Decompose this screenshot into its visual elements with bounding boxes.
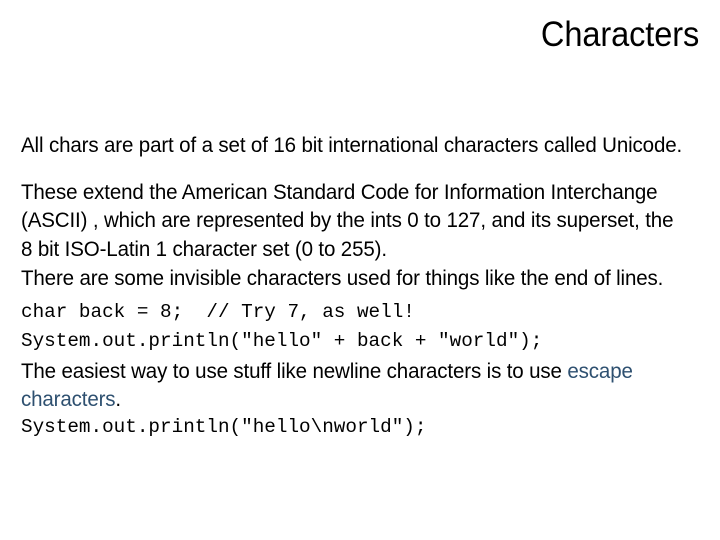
body-paragraph-escape-chars: The easiest way to use stuff like newlin… xyxy=(21,357,684,413)
code-line-println-concat: System.out.println("hello" + back + "wor… xyxy=(21,330,543,353)
body-paragraph-invisible-chars: There are some invisible characters used… xyxy=(21,265,664,290)
escape-paragraph-prefix: The easiest way to use stuff like newlin… xyxy=(21,359,568,384)
body-paragraph-ascii: These extend the American Standard Code … xyxy=(21,180,679,261)
code-line-char-back: char back = 8; // Try 7, as well! xyxy=(21,301,415,324)
slide-body-content: All chars are part of a set of 16 bit in… xyxy=(21,131,715,442)
body-paragraph-unicode: All chars are part of a set of 16 bit in… xyxy=(21,133,683,157)
escape-paragraph-suffix: . xyxy=(115,387,121,412)
slide-title-container: Characters xyxy=(21,14,699,56)
slide-canvas: Characters All chars are part of a set o… xyxy=(0,0,720,540)
code-line-println-newline: System.out.println("hello\nworld"); xyxy=(21,416,427,439)
page-title: Characters xyxy=(540,15,699,54)
